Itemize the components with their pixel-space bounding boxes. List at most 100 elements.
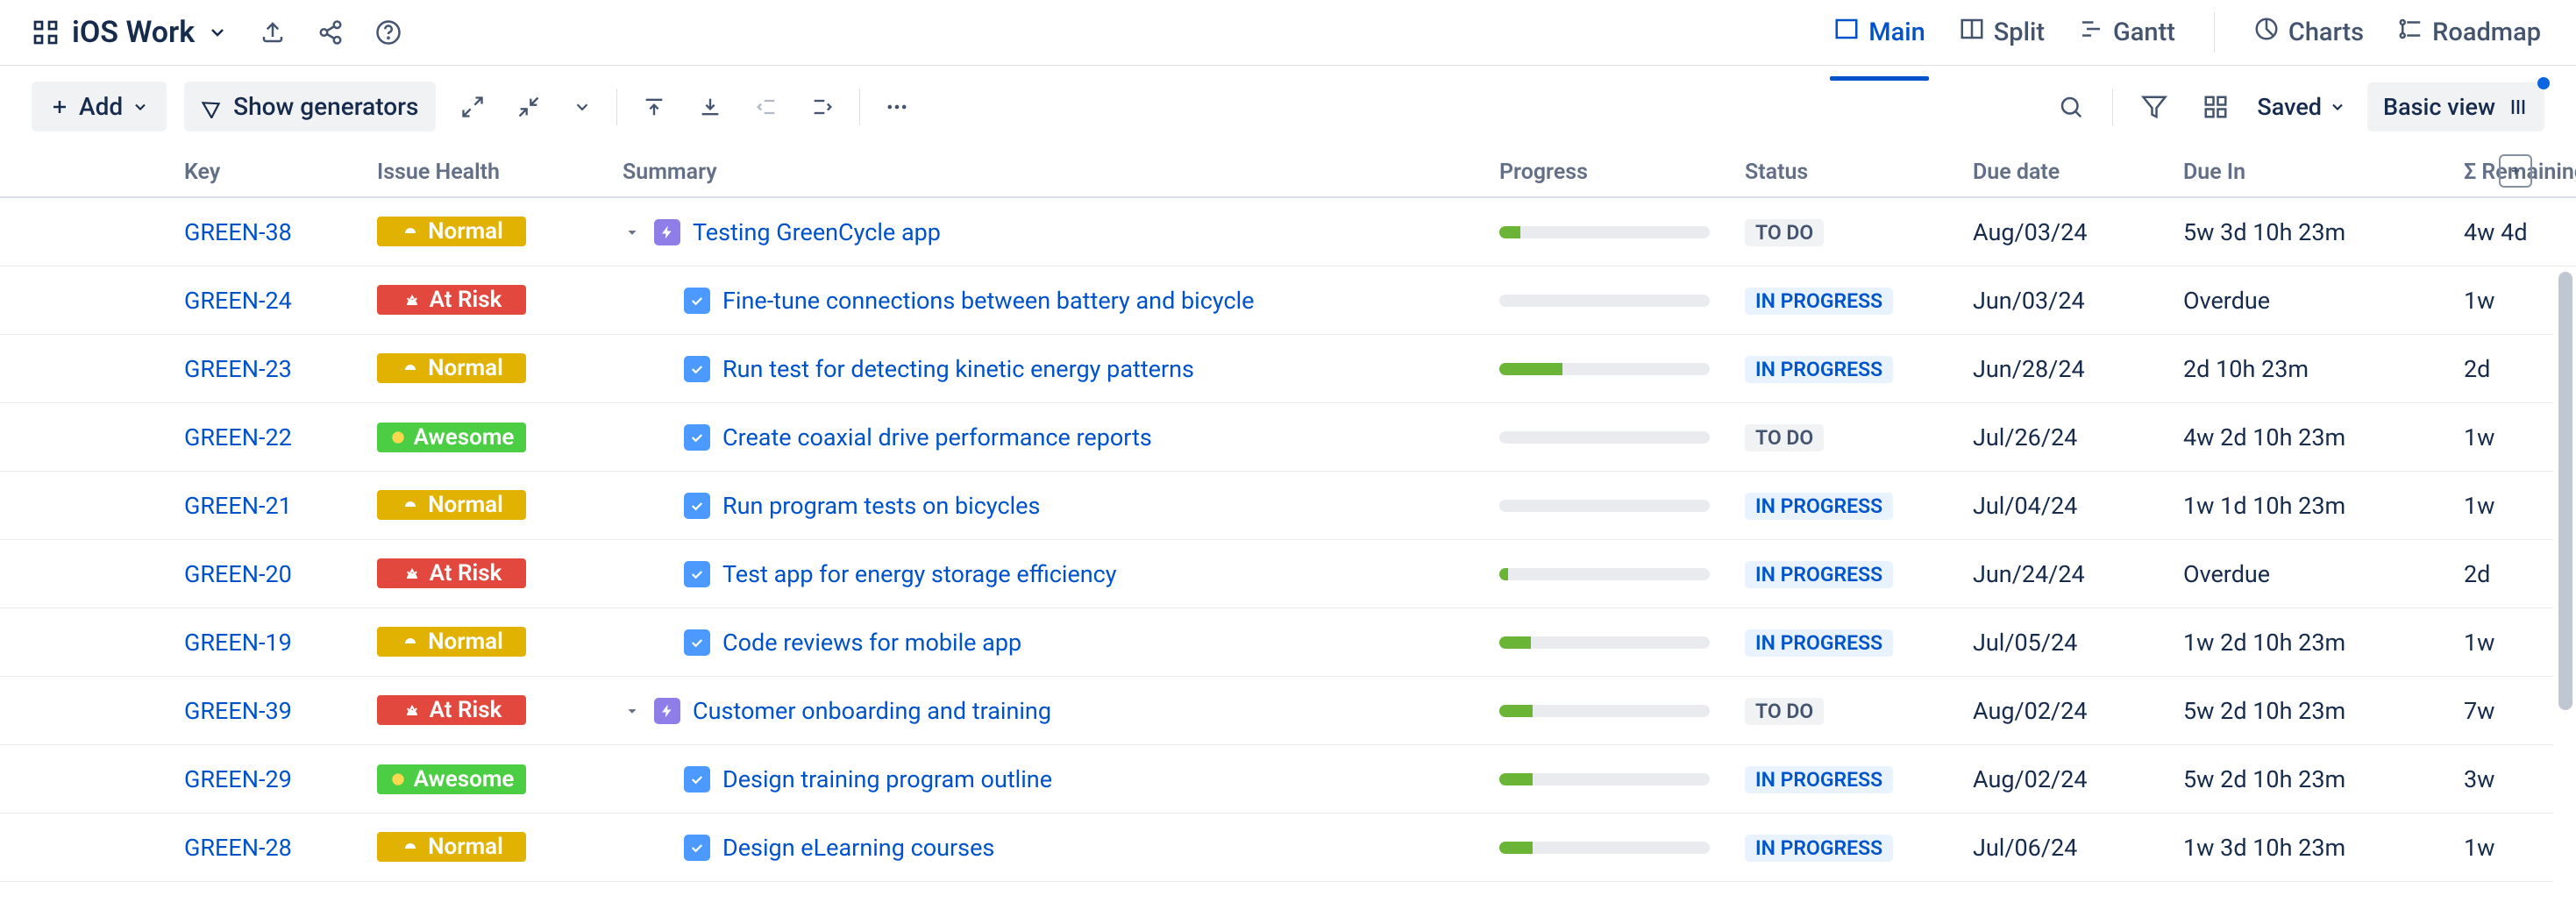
filter-icon[interactable] (2134, 87, 2174, 127)
summary-link[interactable]: Run test for detecting kinetic energy pa… (722, 355, 1194, 383)
summary-link[interactable]: Fine-tune connections between battery an… (722, 287, 1255, 315)
tab-charts[interactable]: Charts (2250, 9, 2367, 56)
add-column-button[interactable] (2499, 154, 2532, 188)
summary-link[interactable]: Test app for energy storage efficiency (722, 560, 1117, 588)
column-duein[interactable]: Due In (2174, 154, 2455, 190)
scrollbar-thumb[interactable] (2558, 272, 2572, 710)
summary-link[interactable]: Testing GreenCycle app (693, 218, 941, 246)
table-row[interactable]: GREEN-39 At Risk Customer onboarding and… (0, 677, 2576, 745)
expand-toggle[interactable] (623, 701, 642, 721)
issue-key[interactable]: GREEN-21 (184, 492, 292, 520)
status-badge[interactable]: TO DO (1745, 219, 1824, 246)
status-badge[interactable]: IN PROGRESS (1745, 629, 1893, 657)
issue-key[interactable]: GREEN-29 (184, 765, 292, 793)
vertical-scrollbar[interactable] (2553, 272, 2576, 924)
progress-bar[interactable] (1499, 363, 1710, 375)
issue-key[interactable]: GREEN-24 (184, 287, 292, 315)
issue-key[interactable]: GREEN-23 (184, 355, 292, 383)
progress-bar[interactable] (1499, 773, 1710, 785)
search-icon[interactable] (2051, 87, 2091, 127)
status-badge[interactable]: TO DO (1745, 424, 1824, 451)
health-badge[interactable]: At Risk (377, 695, 526, 725)
summary-link[interactable]: Run program tests on bicycles (722, 492, 1040, 520)
saved-dropdown[interactable]: Saved (2257, 93, 2346, 121)
progress-bar[interactable] (1499, 636, 1710, 649)
health-badge[interactable]: Normal (377, 627, 526, 657)
status-badge[interactable]: IN PROGRESS (1745, 561, 1893, 588)
group-icon[interactable] (2195, 87, 2236, 127)
table-row[interactable]: GREEN-23 Normal Run test for detecting k… (0, 335, 2576, 403)
status-badge[interactable]: IN PROGRESS (1745, 766, 1893, 793)
column-key[interactable]: Key (175, 154, 368, 190)
move-down-icon[interactable] (691, 88, 729, 126)
health-badge[interactable]: Awesome (377, 423, 526, 452)
progress-bar[interactable] (1499, 431, 1710, 444)
more-icon[interactable] (878, 88, 916, 126)
table-row[interactable]: GREEN-38 Normal Testing GreenCycle app T… (0, 198, 2576, 267)
help-icon[interactable] (375, 19, 402, 46)
progress-bar[interactable] (1499, 295, 1710, 307)
tab-roadmap[interactable]: Roadmap (2394, 9, 2544, 56)
expand-icon[interactable] (453, 88, 492, 126)
tab-split[interactable]: Split (1955, 9, 2048, 56)
export-icon[interactable] (260, 19, 286, 46)
indent-icon[interactable] (803, 88, 842, 126)
progress-bar[interactable] (1499, 842, 1710, 854)
status-badge[interactable]: IN PROGRESS (1745, 835, 1893, 862)
due-in: 1w 2d 10h 23m (2174, 623, 2455, 662)
table-row[interactable]: GREEN-20 At Risk Test app for energy sto… (0, 540, 2576, 608)
status-badge[interactable]: IN PROGRESS (1745, 493, 1893, 520)
issue-key[interactable]: GREEN-38 (184, 218, 292, 246)
table-row[interactable]: GREEN-21 Normal Run program tests on bic… (0, 472, 2576, 540)
health-badge[interactable]: Normal (377, 217, 526, 246)
health-badge[interactable]: Awesome (377, 764, 526, 794)
health-badge[interactable]: At Risk (377, 285, 526, 315)
health-icon (389, 771, 407, 788)
health-badge[interactable]: At Risk (377, 558, 526, 588)
collapse-icon[interactable] (509, 88, 548, 126)
column-progress[interactable]: Progress (1491, 154, 1736, 190)
health-badge[interactable]: Normal (377, 353, 526, 383)
column-health[interactable]: Issue Health (368, 154, 614, 190)
progress-bar[interactable] (1499, 568, 1710, 580)
tab-main[interactable]: Main (1830, 9, 1929, 56)
column-summary[interactable]: Summary (614, 154, 1491, 190)
move-up-icon[interactable] (635, 88, 673, 126)
summary-link[interactable]: Design eLearning courses (722, 834, 994, 862)
summary-link[interactable]: Create coaxial drive performance reports (722, 423, 1152, 451)
share-icon[interactable] (317, 19, 344, 46)
table-row[interactable]: GREEN-19 Normal Code reviews for mobile … (0, 608, 2576, 677)
column-status[interactable]: Status (1736, 154, 1964, 190)
progress-bar[interactable] (1499, 705, 1710, 717)
table-row[interactable]: GREEN-24 At Risk Fine-tune connections b… (0, 267, 2576, 335)
health-badge[interactable]: Normal (377, 490, 526, 520)
status-badge[interactable]: IN PROGRESS (1745, 288, 1893, 315)
chevron-down-icon[interactable] (566, 90, 599, 124)
progress-fill (1499, 636, 1531, 649)
issue-key[interactable]: GREEN-19 (184, 629, 292, 657)
status-badge[interactable]: IN PROGRESS (1745, 356, 1893, 383)
expand-toggle[interactable] (623, 223, 642, 242)
toolbar-right: Saved Basic view (2051, 82, 2544, 131)
issue-key[interactable]: GREEN-20 (184, 560, 292, 588)
outdent-icon[interactable] (747, 88, 786, 126)
generators-button[interactable]: Show generators (184, 82, 436, 131)
progress-bar[interactable] (1499, 500, 1710, 512)
project-title-group[interactable]: iOS Work (32, 15, 228, 50)
table-row[interactable]: GREEN-28 Normal Design eLearning courses… (0, 814, 2576, 882)
summary-link[interactable]: Code reviews for mobile app (722, 629, 1021, 657)
progress-bar[interactable] (1499, 226, 1710, 238)
table-row[interactable]: GREEN-22 Awesome Create coaxial drive pe… (0, 403, 2576, 472)
summary-link[interactable]: Customer onboarding and training (693, 697, 1051, 725)
basic-view-button[interactable]: Basic view (2367, 82, 2544, 131)
issue-key[interactable]: GREEN-22 (184, 423, 292, 451)
tab-gantt[interactable]: Gantt (2074, 9, 2179, 56)
add-button[interactable]: Add (32, 82, 167, 131)
table-row[interactable]: GREEN-29 Awesome Design training program… (0, 745, 2576, 814)
summary-link[interactable]: Design training program outline (722, 765, 1052, 793)
column-due[interactable]: Due date (1964, 154, 2174, 190)
status-badge[interactable]: TO DO (1745, 698, 1824, 725)
health-badge[interactable]: Normal (377, 832, 526, 862)
issue-key[interactable]: GREEN-28 (184, 834, 292, 862)
issue-key[interactable]: GREEN-39 (184, 697, 292, 725)
